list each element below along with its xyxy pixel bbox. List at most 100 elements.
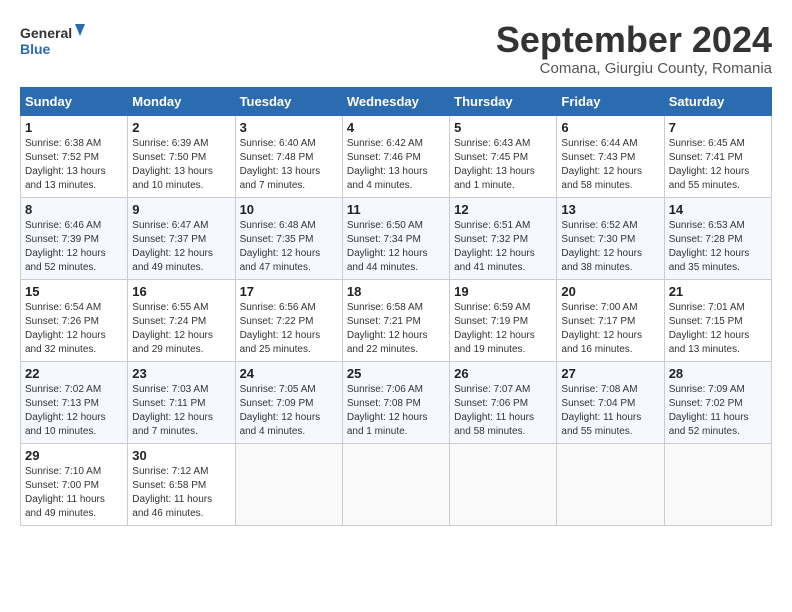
day-number: 9 xyxy=(132,202,230,217)
calendar-cell xyxy=(664,443,771,525)
calendar-cell: 22 Sunrise: 7:02 AM Sunset: 7:13 PM Dayli… xyxy=(21,361,128,443)
header-friday: Friday xyxy=(557,87,664,115)
calendar-cell: 10 Sunrise: 6:48 AM Sunset: 7:35 PM Dayli… xyxy=(235,197,342,279)
day-number: 4 xyxy=(347,120,445,135)
header-sunday: Sunday xyxy=(21,87,128,115)
day-number: 1 xyxy=(25,120,123,135)
calendar-cell: 16 Sunrise: 6:55 AM Sunset: 7:24 PM Dayli… xyxy=(128,279,235,361)
calendar-cell: 5 Sunrise: 6:43 AM Sunset: 7:45 PM Daylig… xyxy=(450,115,557,197)
calendar-cell: 26Sunrise: 7:07 AM Sunset: 7:06 PM Dayli… xyxy=(450,361,557,443)
day-number: 24 xyxy=(240,366,338,381)
day-number: 16 xyxy=(132,284,230,299)
day-number: 27 xyxy=(561,366,659,381)
header-saturday: Saturday xyxy=(664,87,771,115)
calendar-cell: 19 Sunrise: 6:59 AM Sunset: 7:19 PM Dayli… xyxy=(450,279,557,361)
calendar-cell: 13 Sunrise: 6:52 AM Sunset: 7:30 PM Dayli… xyxy=(557,197,664,279)
calendar-cell: 9Sunrise: 6:47 AM Sunset: 7:37 PM Daylig… xyxy=(128,197,235,279)
day-info: Sunrise: 7:09 AM Sunset: 7:02 PM Dayligh… xyxy=(669,383,767,439)
day-number: 19 xyxy=(454,284,552,299)
calendar-cell: 6Sunrise: 6:44 AM Sunset: 7:43 PM Daylig… xyxy=(557,115,664,197)
day-info: Sunrise: 6:53 AM Sunset: 7:28 PM Dayligh… xyxy=(669,219,767,275)
calendar-cell xyxy=(342,443,449,525)
calendar-week-2: 8Sunrise: 6:46 AM Sunset: 7:39 PM Daylig… xyxy=(21,197,772,279)
day-number: 25 xyxy=(347,366,445,381)
day-info: Sunrise: 6:38 AM Sunset: 7:52 PM Dayligh… xyxy=(25,137,123,193)
day-info: Sunrise: 6:43 AM Sunset: 7:45 PM Dayligh… xyxy=(454,137,552,193)
calendar-cell: 18 Sunrise: 6:58 AM Sunset: 7:21 PM Dayli… xyxy=(342,279,449,361)
calendar-cell: 17 Sunrise: 6:56 AM Sunset: 7:22 PM Dayli… xyxy=(235,279,342,361)
day-number: 10 xyxy=(240,202,338,217)
day-info: Sunrise: 7:03 AM Sunset: 7:11 PM Dayligh… xyxy=(132,383,230,439)
day-number: 20 xyxy=(561,284,659,299)
day-number: 14 xyxy=(669,202,767,217)
day-info: Sunrise: 6:56 AM Sunset: 7:22 PM Dayligh… xyxy=(240,301,338,357)
svg-text:Blue: Blue xyxy=(20,41,51,57)
calendar-cell: 12 Sunrise: 6:51 AM Sunset: 7:32 PM Dayli… xyxy=(450,197,557,279)
day-number: 6 xyxy=(561,120,659,135)
calendar-cell: 24 Sunrise: 7:05 AM Sunset: 7:09 PM Dayli… xyxy=(235,361,342,443)
day-number: 12 xyxy=(454,202,552,217)
day-info: Sunrise: 6:51 AM Sunset: 7:32 PM Dayligh… xyxy=(454,219,552,275)
day-info: Sunrise: 6:58 AM Sunset: 7:21 PM Dayligh… xyxy=(347,301,445,357)
day-info: Sunrise: 6:45 AM Sunset: 7:41 PM Dayligh… xyxy=(669,137,767,193)
day-number: 11 xyxy=(347,202,445,217)
month-title: September 2024 xyxy=(496,20,772,60)
calendar-cell xyxy=(235,443,342,525)
day-info: Sunrise: 6:54 AM Sunset: 7:26 PM Dayligh… xyxy=(25,301,123,357)
day-info: Sunrise: 6:59 AM Sunset: 7:19 PM Dayligh… xyxy=(454,301,552,357)
day-info: Sunrise: 7:00 AM Sunset: 7:17 PM Dayligh… xyxy=(561,301,659,357)
calendar-cell: 15 Sunrise: 6:54 AM Sunset: 7:26 PM Dayli… xyxy=(21,279,128,361)
day-info: Sunrise: 6:52 AM Sunset: 7:30 PM Dayligh… xyxy=(561,219,659,275)
day-info: Sunrise: 6:55 AM Sunset: 7:24 PM Dayligh… xyxy=(132,301,230,357)
day-number: 23 xyxy=(132,366,230,381)
calendar-cell: 1 Sunrise: 6:38 AM Sunset: 7:52 PM Daylig… xyxy=(21,115,128,197)
calendar-cell: 25Sunrise: 7:06 AM Sunset: 7:08 PM Dayli… xyxy=(342,361,449,443)
calendar-week-4: 22 Sunrise: 7:02 AM Sunset: 7:13 PM Dayli… xyxy=(21,361,772,443)
calendar-cell: 14 Sunrise: 6:53 AM Sunset: 7:28 PM Dayli… xyxy=(664,197,771,279)
day-number: 5 xyxy=(454,120,552,135)
day-number: 22 xyxy=(25,366,123,381)
calendar-cell: 11 Sunrise: 6:50 AM Sunset: 7:34 PM Dayli… xyxy=(342,197,449,279)
location-subtitle: Comana, Giurgiu County, Romania xyxy=(496,60,772,77)
header-monday: Monday xyxy=(128,87,235,115)
calendar-cell: 28Sunrise: 7:09 AM Sunset: 7:02 PM Dayli… xyxy=(664,361,771,443)
day-number: 21 xyxy=(669,284,767,299)
calendar-header-row: SundayMondayTuesdayWednesdayThursdayFrid… xyxy=(21,87,772,115)
calendar-cell: 8Sunrise: 6:46 AM Sunset: 7:39 PM Daylig… xyxy=(21,197,128,279)
day-number: 29 xyxy=(25,448,123,463)
calendar-week-5: 29 Sunrise: 7:10 AM Sunset: 7:00 PM Dayli… xyxy=(21,443,772,525)
header-tuesday: Tuesday xyxy=(235,87,342,115)
day-number: 17 xyxy=(240,284,338,299)
calendar-body: 1 Sunrise: 6:38 AM Sunset: 7:52 PM Daylig… xyxy=(21,115,772,525)
calendar-cell: 29 Sunrise: 7:10 AM Sunset: 7:00 PM Dayli… xyxy=(21,443,128,525)
header-thursday: Thursday xyxy=(450,87,557,115)
day-info: Sunrise: 6:42 AM Sunset: 7:46 PM Dayligh… xyxy=(347,137,445,193)
day-number: 15 xyxy=(25,284,123,299)
calendar-cell xyxy=(450,443,557,525)
day-number: 18 xyxy=(347,284,445,299)
calendar-cell: 21 Sunrise: 7:01 AM Sunset: 7:15 PM Dayli… xyxy=(664,279,771,361)
day-info: Sunrise: 7:10 AM Sunset: 7:00 PM Dayligh… xyxy=(25,465,123,521)
header-wednesday: Wednesday xyxy=(342,87,449,115)
calendar-table: SundayMondayTuesdayWednesdayThursdayFrid… xyxy=(20,87,772,526)
day-number: 3 xyxy=(240,120,338,135)
calendar-cell xyxy=(557,443,664,525)
calendar-cell: 4 Sunrise: 6:42 AM Sunset: 7:46 PM Daylig… xyxy=(342,115,449,197)
calendar-cell: 20 Sunrise: 7:00 AM Sunset: 7:17 PM Dayli… xyxy=(557,279,664,361)
day-info: Sunrise: 7:01 AM Sunset: 7:15 PM Dayligh… xyxy=(669,301,767,357)
calendar-week-1: 1 Sunrise: 6:38 AM Sunset: 7:52 PM Daylig… xyxy=(21,115,772,197)
day-info: Sunrise: 7:05 AM Sunset: 7:09 PM Dayligh… xyxy=(240,383,338,439)
day-info: Sunrise: 6:48 AM Sunset: 7:35 PM Dayligh… xyxy=(240,219,338,275)
day-info: Sunrise: 7:12 AM Sunset: 6:58 PM Dayligh… xyxy=(132,465,230,521)
day-info: Sunrise: 6:46 AM Sunset: 7:39 PM Dayligh… xyxy=(25,219,123,275)
calendar-cell: 3Sunrise: 6:40 AM Sunset: 7:48 PM Daylig… xyxy=(235,115,342,197)
day-info: Sunrise: 7:02 AM Sunset: 7:13 PM Dayligh… xyxy=(25,383,123,439)
day-number: 13 xyxy=(561,202,659,217)
day-info: Sunrise: 6:39 AM Sunset: 7:50 PM Dayligh… xyxy=(132,137,230,193)
day-info: Sunrise: 7:08 AM Sunset: 7:04 PM Dayligh… xyxy=(561,383,659,439)
day-number: 26 xyxy=(454,366,552,381)
day-info: Sunrise: 6:50 AM Sunset: 7:34 PM Dayligh… xyxy=(347,219,445,275)
title-block: September 2024 Comana, Giurgiu County, R… xyxy=(496,20,772,77)
day-number: 2 xyxy=(132,120,230,135)
logo: General Blue xyxy=(20,20,90,65)
